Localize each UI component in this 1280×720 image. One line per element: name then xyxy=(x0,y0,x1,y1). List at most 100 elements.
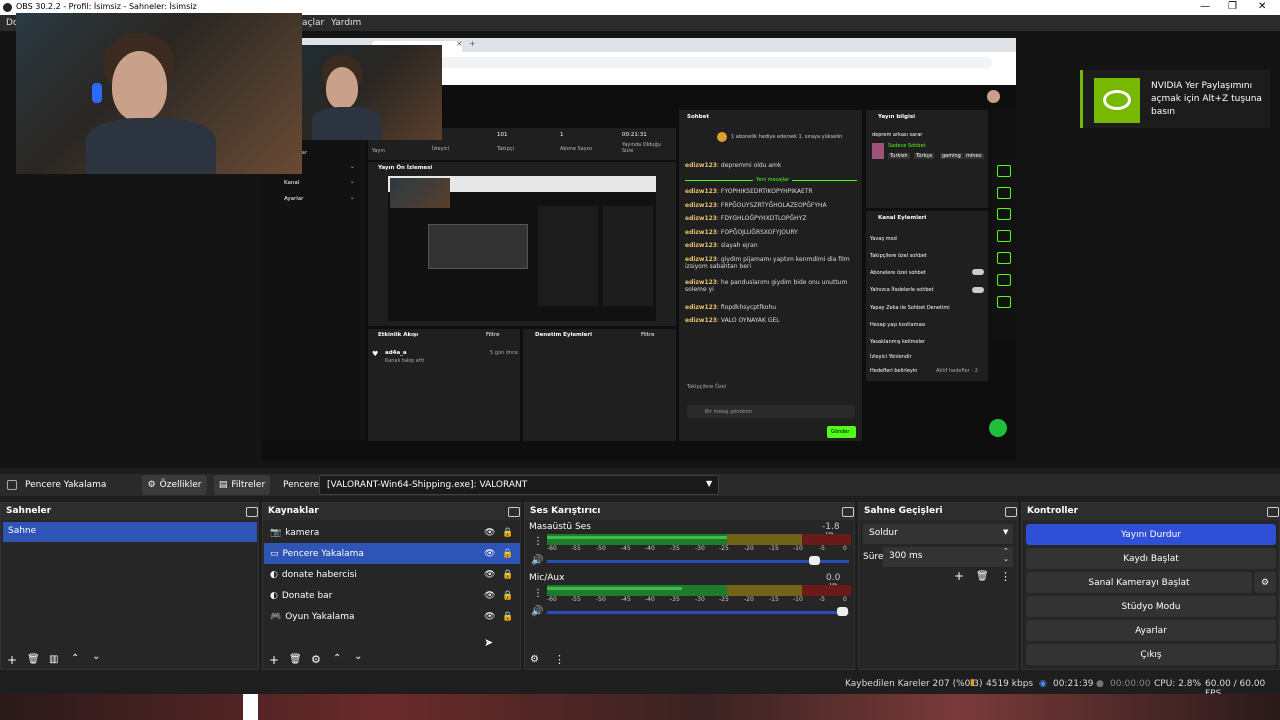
scale-tick: -5 xyxy=(819,545,825,552)
volume-slider-handle[interactable] xyxy=(837,607,848,616)
scale-tick: 0 xyxy=(843,545,847,552)
scale-tick: -45 xyxy=(621,596,631,603)
filter-icon[interactable]: ▥ xyxy=(49,654,58,665)
chat-username: edizw123 xyxy=(685,215,717,222)
button-label: Çıkış xyxy=(1140,649,1162,660)
eye-icon[interactable]: 👁 xyxy=(484,528,495,538)
move-down-icon[interactable]: ⌄ xyxy=(92,651,100,662)
gear-icon: ⚙ xyxy=(1260,577,1270,588)
speaker-icon[interactable]: 🔊 xyxy=(531,555,543,566)
dock-header: Sahne Geçişleri xyxy=(859,503,1017,520)
lock-icon[interactable]: 🔒 xyxy=(502,591,513,601)
speaker-icon[interactable]: 🔊 xyxy=(531,606,543,617)
channel-name: Masaüstü Ses xyxy=(529,522,591,532)
virtual-camera-settings-button[interactable]: ⚙ xyxy=(1254,572,1276,593)
stream-time: 00:21:39 xyxy=(1053,679,1094,689)
channel-action-item: Yavaş mod xyxy=(870,236,897,242)
stop-streaming-button[interactable]: Yayını Durdur xyxy=(1026,524,1276,545)
nav-item-settings: Ayarlar xyxy=(284,196,304,202)
lock-icon[interactable]: 🔒 xyxy=(502,528,513,538)
floating-action-icon xyxy=(989,419,1007,437)
lock-icon[interactable]: 🔒 xyxy=(502,612,513,622)
sources-dock: Kaynaklar 📷 kamera 👁 🔒 ▭ Pencere Yakalama 👁… xyxy=(262,502,521,670)
menu-item-help[interactable]: Yardım xyxy=(331,18,361,28)
channel-action-item: Yasaklanmış kelimeler xyxy=(870,339,926,345)
source-label: donate habercisi xyxy=(281,569,357,580)
trash-icon[interactable]: 🗑 xyxy=(976,571,989,582)
minimize-button[interactable]: — xyxy=(1200,1,1210,12)
chat-text: VALO OYNAYAK GEL xyxy=(720,317,780,324)
gear-icon: ⚙ xyxy=(147,480,156,490)
source-row[interactable]: 🎮 Oyun Yakalama 👁 🔒 xyxy=(264,606,520,627)
dock-title: Kaynaklar xyxy=(268,506,319,516)
add-icon[interactable]: + xyxy=(269,653,279,667)
duration-input[interactable]: 300 ms ⌃ ⌄ xyxy=(883,547,1013,567)
start-recording-button[interactable]: Kaydı Başlat xyxy=(1026,548,1276,569)
new-messages-divider: Yeni mesajlar xyxy=(753,177,793,183)
cpu-usage: CPU: 2.8% xyxy=(1154,679,1202,689)
chat-text: fiopdkhsycptfkohu xyxy=(720,304,777,311)
stream-tag: mineo xyxy=(964,153,984,159)
move-down-icon[interactable]: ⌄ xyxy=(354,651,362,662)
volume-slider[interactable] xyxy=(547,560,849,563)
exit-button[interactable]: Çıkış xyxy=(1026,644,1276,665)
kebab-menu-icon[interactable]: ⋮ xyxy=(533,588,543,599)
volume-slider-handle[interactable] xyxy=(809,556,820,565)
window-select[interactable]: [VALORANT-Win64-Shipping.exe]: VALORANT … xyxy=(319,475,719,495)
properties-button[interactable]: ⚙ Özellikler xyxy=(142,475,207,495)
move-up-icon[interactable]: ⌃ xyxy=(333,653,341,664)
chat-notice: 1 abonelik hediye edersek 1. sıraya yüks… xyxy=(731,134,843,140)
add-icon[interactable]: + xyxy=(7,653,17,667)
trash-icon[interactable]: 🗑 xyxy=(27,654,40,665)
scenes-dock: Sahneler Sahne + 🗑 ▥ ⌃ ⌄ xyxy=(0,502,259,670)
gear-icon[interactable]: ⚙ xyxy=(311,653,321,666)
scale-tick: -60 xyxy=(547,596,557,603)
nvidia-text-1: NVIDIA Yer Paylaşımını xyxy=(1151,81,1253,91)
avatar xyxy=(987,90,1000,103)
lock-icon[interactable]: 🔒 xyxy=(502,570,513,580)
gamepad-icon: 🎮 xyxy=(270,611,282,622)
undock-icon[interactable] xyxy=(246,507,258,517)
gear-icon[interactable]: ⚙ xyxy=(530,654,539,665)
settings-button[interactable]: Ayarlar xyxy=(1026,620,1276,641)
volume-slider[interactable] xyxy=(547,611,849,614)
undock-icon[interactable] xyxy=(508,507,520,517)
kebab-menu-icon[interactable]: ⋮ xyxy=(554,653,565,666)
source-row[interactable]: ▭ Pencere Yakalama 👁 🔒 xyxy=(264,543,520,564)
maximize-button[interactable]: ❐ xyxy=(1228,1,1237,12)
dock-header: Kontroller xyxy=(1022,503,1279,520)
source-label: Donate bar xyxy=(281,590,333,601)
stepper-down-icon[interactable]: ⌄ xyxy=(1003,555,1009,563)
studio-mode-button[interactable]: Stüdyo Modu xyxy=(1026,596,1276,617)
eye-icon[interactable]: 👁 xyxy=(484,549,495,559)
stat-label: Takipçi xyxy=(497,146,514,152)
eye-icon[interactable]: 👁 xyxy=(484,612,495,622)
undock-icon[interactable] xyxy=(842,507,854,517)
source-row[interactable]: 📷 kamera 👁 🔒 xyxy=(264,522,520,543)
lock-icon[interactable]: 🔒 xyxy=(502,549,513,559)
stepper-up-icon[interactable]: ⌃ xyxy=(1003,547,1009,555)
kebab-menu-icon[interactable]: ⋮ xyxy=(1000,570,1011,583)
undock-icon[interactable] xyxy=(1005,507,1017,517)
browser-icon: ◐ xyxy=(270,569,278,580)
scale-tick: -5 xyxy=(819,596,825,603)
eye-icon[interactable]: 👁 xyxy=(484,591,495,601)
source-row[interactable]: ◐ donate habercisi 👁 🔒 xyxy=(264,564,520,585)
undock-icon[interactable] xyxy=(1267,507,1279,517)
menu-item-tools[interactable]: açlar xyxy=(302,18,324,28)
eye-icon[interactable]: 👁 xyxy=(484,570,495,580)
scene-item[interactable]: Sahne xyxy=(3,522,257,542)
source-row[interactable]: ◐ Donate bar 👁 🔒 xyxy=(264,585,520,606)
transition-select[interactable]: Soldur ▼ xyxy=(863,524,1013,544)
kebab-menu-icon[interactable]: ⋮ xyxy=(533,536,543,547)
filters-button[interactable]: ▤ Filtreler xyxy=(214,475,270,495)
start-virtual-camera-button[interactable]: Sanal Kamerayı Başlat xyxy=(1026,572,1252,593)
close-button[interactable]: ✕ xyxy=(1258,1,1266,12)
add-icon[interactable]: + xyxy=(954,569,964,583)
trash-icon[interactable]: 🗑 xyxy=(289,654,302,665)
filter-icon: ▤ xyxy=(218,480,228,490)
dock-title: Ses Karıştırıcı xyxy=(530,506,601,516)
move-up-icon[interactable]: ⌃ xyxy=(71,653,79,664)
webcam-source-nested xyxy=(302,45,442,140)
scale-tick: -10 xyxy=(793,596,803,603)
